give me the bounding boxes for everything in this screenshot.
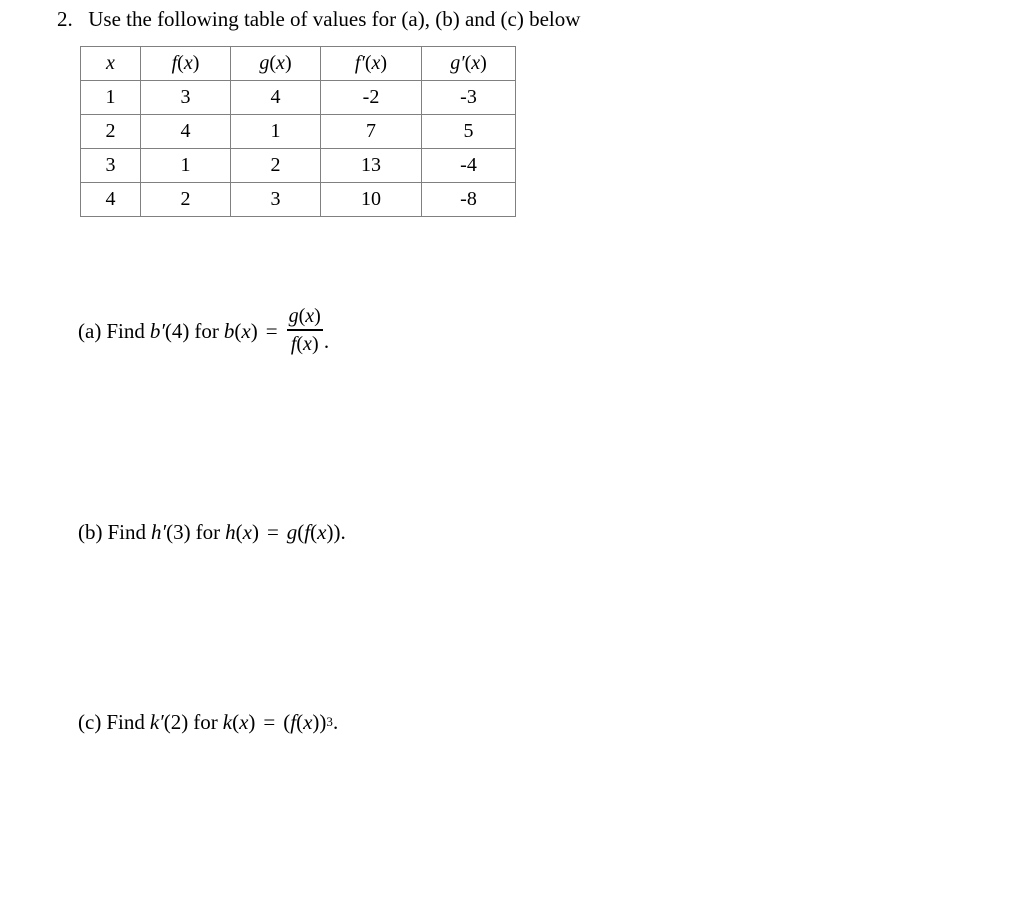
- cell-value: -8: [460, 188, 477, 210]
- table-row: 1 3 4 -2 -3: [80, 80, 516, 115]
- part-a-target-arg: (4): [164, 318, 190, 343]
- part-c-period: .: [332, 710, 339, 734]
- fraction-bar: [286, 329, 323, 331]
- cell-value: 3: [105, 154, 116, 176]
- cell-value: 1: [270, 120, 281, 142]
- cell-value: 7: [366, 120, 376, 142]
- table-cell: 13: [320, 148, 422, 183]
- question-number: 2.: [57, 7, 73, 31]
- table-cell: 1: [230, 114, 321, 149]
- part-c-def-fn: k(x): [222, 710, 256, 734]
- table-row: 2 4 1 7 5: [80, 114, 516, 149]
- part-c: (c) Find k ′ (2) for k(x) = (f(x)) 3.: [78, 710, 339, 734]
- part-a: (a) Find b ′ (4) for b(x) = g(x) f(x) .: [78, 305, 329, 357]
- part-b-def-fn: h(x): [225, 520, 259, 544]
- cell-value: 5: [463, 120, 474, 142]
- table-header-g-prime-x: g′(x): [421, 46, 516, 81]
- cell-value: 2: [180, 188, 191, 210]
- table-cell: 2: [230, 148, 321, 183]
- cell-value: 3: [180, 86, 191, 108]
- values-table: x f(x) g(x) f′(x) g′(x) 1 3 4 -2 -3 2 4 …: [80, 46, 516, 217]
- table-cell: -2: [320, 80, 422, 115]
- table-cell: -4: [421, 148, 516, 183]
- cell-value: 1: [180, 154, 191, 176]
- cell-value: 4: [105, 188, 116, 210]
- table-cell: 4: [80, 182, 141, 217]
- table-cell: 4: [230, 80, 321, 115]
- table-header-x: x: [80, 46, 141, 81]
- part-c-for-word: for: [193, 710, 218, 734]
- part-b-for-word: for: [195, 520, 221, 544]
- part-a-for-word: for: [194, 318, 219, 343]
- table-cell: 7: [320, 114, 422, 149]
- part-b-target-arg: (3): [166, 520, 191, 544]
- part-c-target-arg: (2): [163, 710, 189, 734]
- table-cell: 5: [421, 114, 516, 149]
- part-b-period: .: [340, 520, 346, 544]
- part-c-target-fn: k: [149, 710, 160, 734]
- part-a-target-fn: b: [149, 318, 161, 343]
- part-b-find-word: Find: [107, 520, 147, 544]
- table-cell: 3: [230, 182, 321, 217]
- worksheet-page: 2. Use the following table of values for…: [0, 0, 1024, 915]
- part-a-label: (a): [78, 318, 102, 343]
- part-b-equals: =: [266, 520, 279, 544]
- table-header-f-prime-x: f′(x): [320, 46, 422, 81]
- cell-value: 13: [361, 154, 381, 176]
- cell-value: 2: [270, 154, 281, 176]
- part-a-period: .: [323, 328, 330, 353]
- cell-value: 1: [105, 86, 116, 108]
- table-cell: 3: [140, 80, 231, 115]
- table-cell: -8: [421, 182, 516, 217]
- table-header-gx: g(x): [230, 46, 321, 81]
- part-a-fraction: g(x) f(x): [286, 304, 323, 356]
- table-cell: 1: [80, 80, 141, 115]
- part-c-base: (f(x)): [283, 710, 327, 734]
- part-c-equals: =: [263, 710, 276, 734]
- table-row: 4 2 3 10 -8: [80, 182, 516, 217]
- cell-value: 10: [361, 188, 381, 210]
- question-heading: 2. Use the following table of values for…: [57, 6, 580, 32]
- table-row: 3 1 2 13 -4: [80, 148, 516, 183]
- table-cell: 2: [80, 114, 141, 149]
- values-table-container: x f(x) g(x) f′(x) g′(x) 1 3 4 -2 -3 2 4 …: [80, 46, 516, 217]
- part-b-label: (b): [78, 520, 103, 544]
- part-a-equals: =: [265, 318, 278, 343]
- table-header-fx: f(x): [140, 46, 231, 81]
- table-cell: 1: [140, 148, 231, 183]
- cell-value: 4: [180, 120, 191, 142]
- cell-value: -4: [460, 154, 477, 176]
- part-b: (b) Find h ′ (3) for h(x) = g(f(x)).: [78, 518, 346, 546]
- part-a-find-word: Find: [106, 318, 145, 343]
- part-c-find-word: Find: [106, 710, 145, 734]
- part-c-label: (c): [78, 710, 102, 734]
- table-cell: 2: [140, 182, 231, 217]
- cell-value: -3: [460, 86, 477, 108]
- fraction-numerator: g(x): [288, 305, 321, 327]
- fraction-denominator: f(x): [290, 332, 319, 355]
- table-cell: 10: [320, 182, 422, 217]
- table-cell: 4: [140, 114, 231, 149]
- table-header-row: x f(x) g(x) f′(x) g′(x): [80, 46, 516, 81]
- cell-value: -2: [362, 86, 380, 108]
- cell-value: 2: [105, 120, 116, 142]
- part-b-target-fn: h: [151, 520, 162, 544]
- table-cell: 3: [80, 148, 141, 183]
- cell-value: 4: [270, 86, 281, 108]
- part-b-expression: g(f(x)): [286, 520, 341, 544]
- part-a-def-fn: b(x): [223, 318, 258, 343]
- question-text: Use the following table of values for (a…: [88, 7, 581, 31]
- table-cell: -3: [421, 80, 516, 115]
- cell-value: 3: [270, 188, 281, 210]
